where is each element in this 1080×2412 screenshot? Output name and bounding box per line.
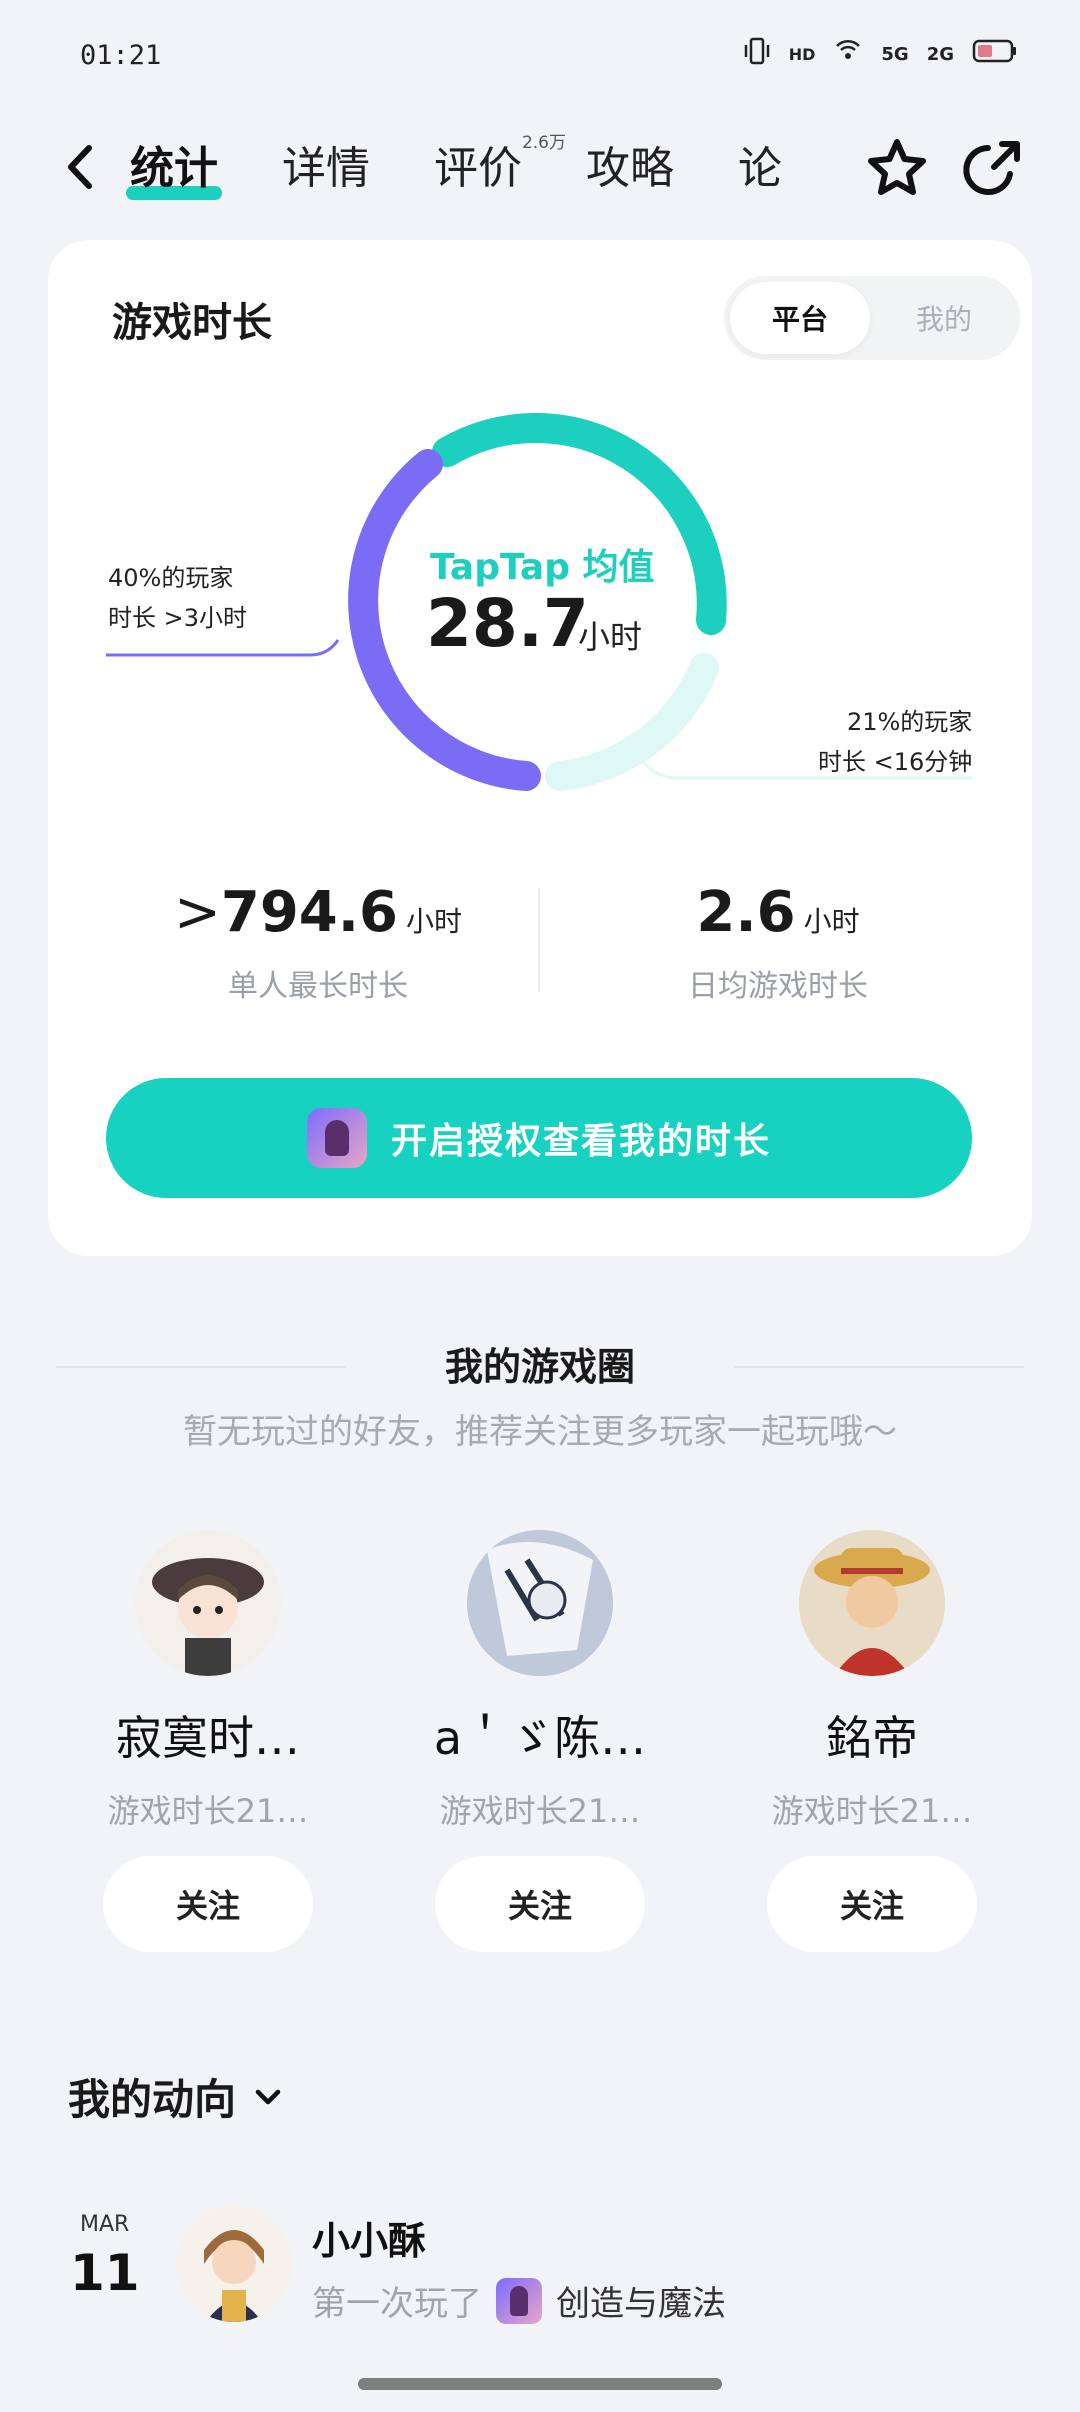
vibrate-icon	[743, 36, 771, 73]
home-indicator[interactable]	[358, 2378, 722, 2390]
star-icon	[868, 139, 926, 195]
chevron-left-icon	[68, 145, 92, 189]
friend-recommendations: 寂寞时… 游戏时长21… 关注 a＇ゞ陈… 游戏时长21… 关注 銘帝 游戏时长…	[0, 1530, 1080, 1952]
hotspot-icon	[833, 36, 863, 73]
chevron-down-icon	[255, 2089, 281, 2104]
activity-month: MAR	[80, 2212, 130, 2237]
friend-card: a＇ゞ陈… 游戏时长21… 关注	[390, 1530, 690, 1952]
right-ring-label-line2: 时长 <16分钟	[818, 748, 973, 776]
max-playtime-stat: >794.6 小时 单人最长时长	[108, 880, 528, 1005]
activity-day: 11	[70, 2244, 140, 2302]
signal-5g-icon: 5G	[881, 44, 909, 65]
tab-reviews-label: 评价	[434, 143, 522, 194]
battery-icon	[972, 38, 1018, 71]
friend-name: 銘帝	[826, 1711, 918, 1765]
reviews-count-badge: 2.6万	[521, 133, 566, 153]
activity-game-name[interactable]: 创造与魔法	[556, 2276, 726, 2325]
follow-button[interactable]: 关注	[767, 1856, 977, 1952]
back-button[interactable]	[50, 132, 110, 202]
right-ring-label-line1: 21%的玩家	[846, 708, 973, 736]
hd-icon: HD	[788, 45, 816, 64]
activity-description: 第一次玩了 创造与魔法	[312, 2276, 726, 2325]
daily-playtime-label: 日均游戏时长	[688, 969, 868, 1004]
status-time: 01:21	[80, 40, 162, 71]
friend-card: 銘帝 游戏时长21… 关注	[722, 1530, 1022, 1952]
status-bar: 01:21 HD 5G 2G	[0, 0, 1080, 115]
favorite-button[interactable]	[862, 134, 932, 204]
tab-bar: 统计 详情 评价 2.6万 攻略 论	[126, 120, 798, 220]
playtime-card: 游戏时长 平台 我的 40%的玩家 时长 >3小时 21%的玩家 时长 <16分…	[48, 240, 1032, 1256]
left-ring-label-line1: 40%的玩家	[108, 564, 234, 592]
average-unit: 小时	[578, 618, 643, 656]
avatar[interactable]	[176, 2206, 292, 2322]
share-button[interactable]	[958, 134, 1028, 204]
avatar[interactable]	[799, 1530, 945, 1676]
tab-guides[interactable]: 攻略	[586, 120, 674, 220]
stats-divider	[538, 888, 540, 992]
follow-button[interactable]: 关注	[435, 1856, 645, 1952]
ring-segment-short	[545, 653, 719, 791]
game-thumbnail[interactable]	[496, 2277, 542, 2324]
taptap-average-label: TapTap 均值	[430, 547, 655, 588]
right-ring-label: 21%的玩家 时长 <16分钟	[818, 702, 972, 782]
friend-playtime: 游戏时长21…	[107, 1792, 309, 1830]
game-thumbnail	[306, 1108, 367, 1168]
friend-playtime: 游戏时长21…	[439, 1792, 641, 1830]
authorize-button[interactable]: 开启授权查看我的时长	[106, 1078, 972, 1198]
max-playtime-unit: 小时	[406, 905, 463, 938]
signal-2g-icon: 2G	[926, 44, 954, 65]
playtime-stats: >794.6 小时 单人最长时长 2.6 小时 日均游戏时长	[48, 880, 1032, 1004]
max-playtime-label: 单人最长时长	[228, 969, 408, 1004]
top-nav: 统计 详情 评价 2.6万 攻略 论	[0, 120, 1080, 220]
my-activity-header[interactable]: 我的动向	[68, 2066, 286, 2127]
game-circle-subtitle: 暂无玩过的好友，推荐关注更多玩家一起玩哦～	[183, 1412, 897, 1452]
status-icons: HD 5G 2G	[743, 36, 1018, 73]
follow-button[interactable]: 关注	[103, 1856, 313, 1952]
game-circle-title: 我的游戏圈	[444, 1345, 635, 1389]
tab-reviews[interactable]: 评价 2.6万	[434, 120, 566, 220]
daily-playtime-unit: 小时	[803, 905, 860, 938]
friend-name: a＇ゞ陈…	[433, 1711, 647, 1765]
left-leader-line	[106, 639, 340, 657]
activity-item[interactable]: MAR 11 小小酥 第一次玩了 创造与魔法	[0, 2196, 1080, 2376]
average-value: 28.7	[426, 585, 589, 662]
tab-stats[interactable]: 统计	[126, 120, 222, 220]
tab-details[interactable]: 详情	[282, 120, 370, 220]
my-activity-title: 我的动向	[68, 2075, 237, 2124]
left-ring-label-line2: 时长 >3小时	[108, 604, 248, 632]
friend-playtime: 游戏时长21…	[771, 1792, 973, 1830]
avatar[interactable]	[135, 1530, 281, 1676]
share-icon	[963, 141, 1020, 195]
authorize-button-label: 开启授权查看我的时长	[390, 1121, 771, 1162]
left-ring-label: 40%的玩家 时长 >3小时	[108, 558, 247, 638]
activity-prefix: 第一次玩了	[312, 2284, 482, 2324]
activity-username[interactable]: 小小酥	[312, 2210, 426, 2265]
avatar[interactable]	[467, 1530, 613, 1676]
friend-card: 寂寞时… 游戏时长21… 关注	[58, 1530, 358, 1952]
daily-playtime-stat: 2.6 小时 日均游戏时长	[568, 880, 988, 1005]
friend-name: 寂寞时…	[116, 1711, 300, 1765]
tab-forum[interactable]: 论	[738, 120, 798, 220]
daily-playtime-value: 2.6	[696, 880, 796, 945]
max-playtime-value: 794.6	[220, 880, 399, 945]
max-playtime-prefix: >	[173, 880, 221, 945]
